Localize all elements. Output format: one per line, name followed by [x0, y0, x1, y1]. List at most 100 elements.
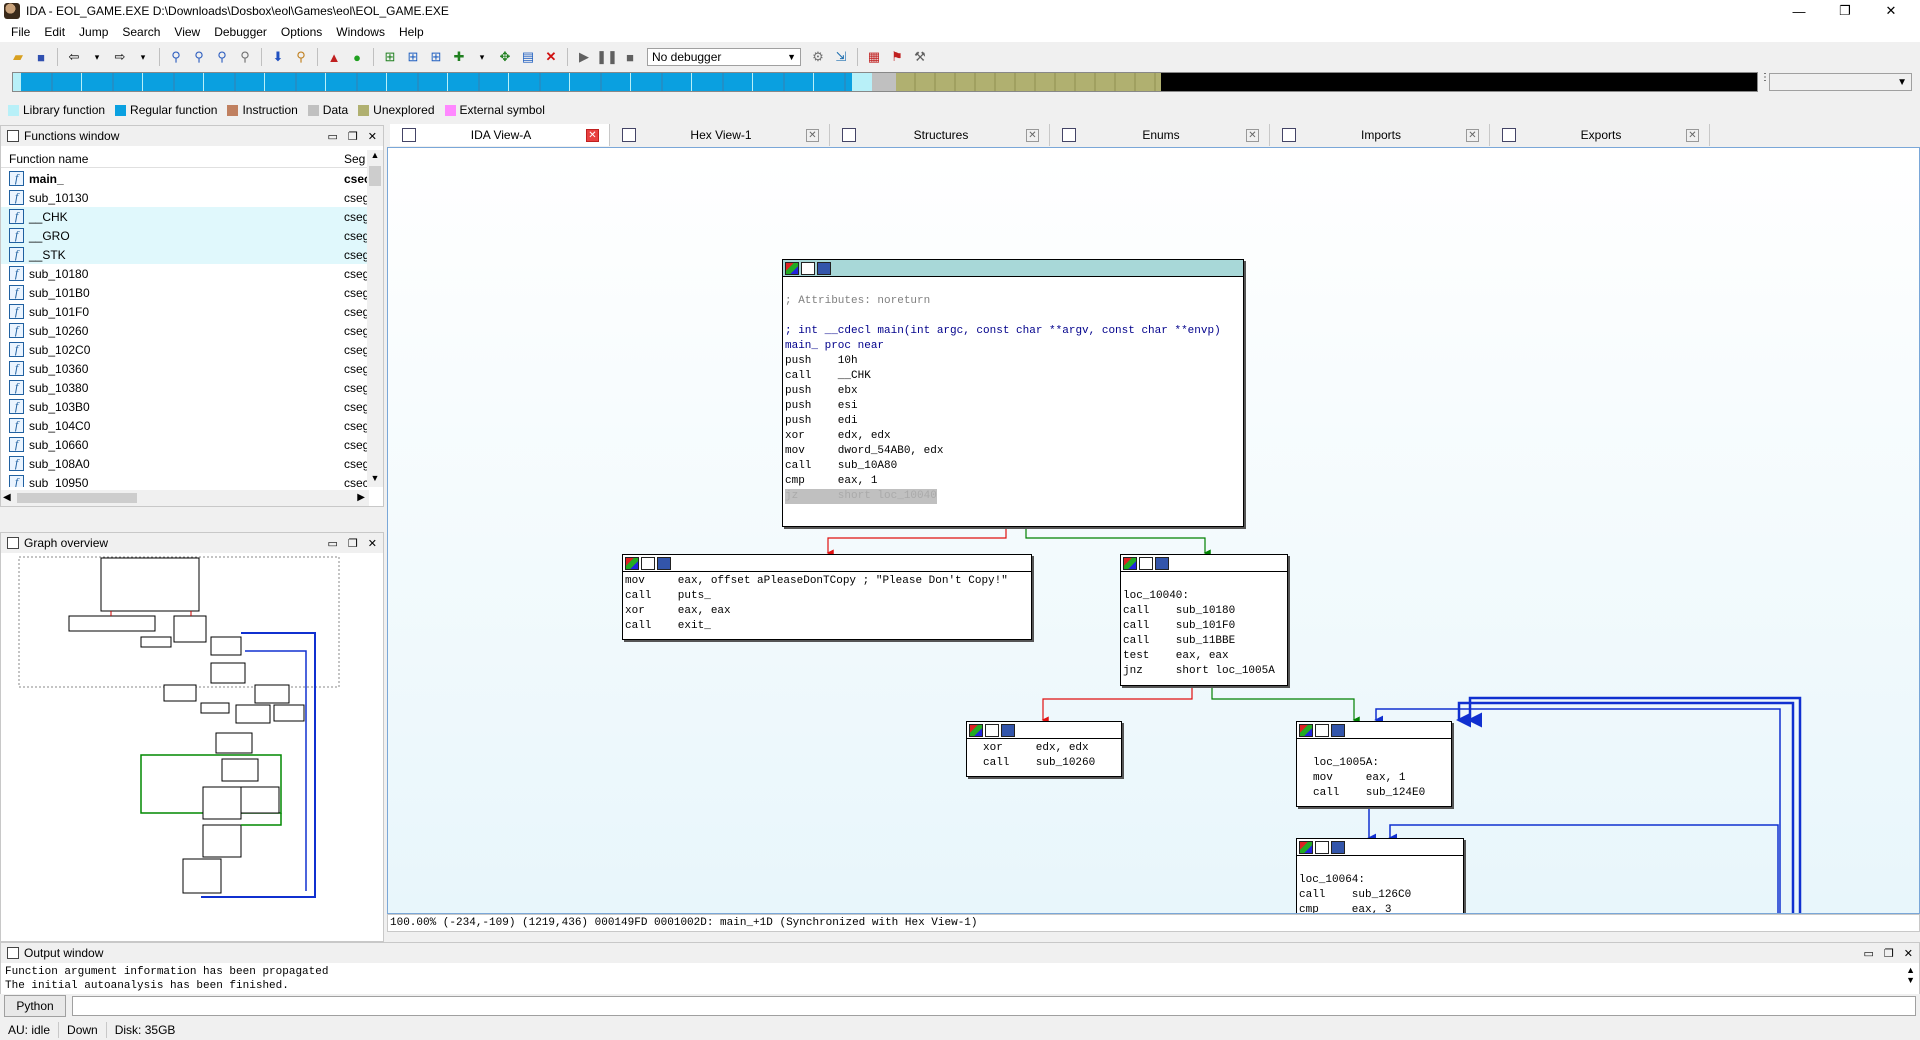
breakpoints-icon[interactable]: ▦ [864, 47, 884, 67]
node-color-icon[interactable] [785, 261, 799, 275]
function-row[interactable]: f sub_10380 cseg [1, 378, 369, 397]
close-button[interactable]: ✕ [1868, 0, 1914, 22]
function-row[interactable]: f sub_101F0 cseg [1, 302, 369, 321]
asm-line[interactable]: mov eax, 1 [1313, 771, 1449, 786]
scrollbar-thumb[interactable] [369, 166, 381, 186]
ida-graph-view[interactable]: ; Attributes: noreturn ; int __cdecl main… [387, 147, 1920, 914]
tab-exports[interactable]: Exports ✕ [1490, 124, 1710, 146]
panel-float-icon[interactable]: ❐ [1884, 947, 1894, 960]
node-collapse-icon[interactable] [1331, 840, 1345, 854]
forward-dropdown-icon[interactable]: ▾ [133, 47, 153, 67]
tracing-icon[interactable]: ⚑ [887, 47, 907, 67]
node-edit-icon[interactable] [985, 723, 999, 737]
asm-line[interactable] [785, 279, 1241, 294]
forward-arrow-icon[interactable]: ⇨ [110, 47, 130, 67]
tab-close-icon[interactable]: ✕ [1026, 128, 1039, 142]
node-collapse-icon[interactable] [1001, 723, 1015, 737]
asm-line[interactable]: call sub_11BBE [1123, 634, 1285, 649]
function-row[interactable]: f sub_10180 cseg [1, 264, 369, 283]
node-edit-icon[interactable] [1315, 723, 1329, 737]
stop-process-icon[interactable]: ■ [620, 47, 640, 67]
delete-icon[interactable]: ✕ [541, 47, 561, 67]
node-color-icon[interactable] [969, 723, 983, 737]
asm-line[interactable] [1123, 574, 1285, 589]
function-row[interactable]: f sub_10360 cseg [1, 359, 369, 378]
functions-horizontal-scrollbar[interactable]: ◀ ▶ [1, 490, 369, 506]
asm-line[interactable]: ; Attributes: noreturn [785, 294, 1241, 309]
column-segment[interactable]: Seg [344, 152, 365, 166]
node-edit-icon[interactable] [801, 261, 815, 275]
asm-line[interactable]: test eax, eax [1123, 649, 1285, 664]
node-edit-icon[interactable] [1139, 556, 1153, 570]
graph-expand-icon[interactable]: ✚ [449, 47, 469, 67]
scroll-up-icon[interactable]: ▲ [1906, 965, 1915, 975]
asm-line[interactable]: mov eax, offset aPleaseDonTCopy ; "Pleas… [625, 574, 1029, 589]
panel-minimize-icon[interactable]: ▭ [328, 130, 338, 143]
node-collapse-icon[interactable] [817, 261, 831, 275]
menu-debugger[interactable]: Debugger [207, 25, 274, 39]
attach-process-icon[interactable]: ⇲ [831, 47, 851, 67]
node-color-icon[interactable] [1123, 556, 1137, 570]
asm-line[interactable]: ; int __cdecl main(int argc, const char … [785, 324, 1241, 339]
asm-line[interactable]: cmp eax, 1 [785, 474, 1241, 489]
save-icon[interactable]: ■ [31, 47, 51, 67]
function-row[interactable]: f __CHK cseg [1, 207, 369, 226]
asm-line[interactable]: mov dword_54AB0, edx [785, 444, 1241, 459]
asm-line[interactable]: call __CHK [785, 369, 1241, 384]
scroll-down-icon[interactable]: ▼ [367, 473, 383, 487]
graph-node-loc-1005A[interactable]: loc_1005A: mov eax, 1 call sub_124E0 [1296, 721, 1452, 807]
function-row[interactable]: f main_ csec [1, 169, 369, 188]
asm-line[interactable]: call sub_124E0 [1313, 786, 1449, 801]
start-process-icon[interactable]: ▶ [574, 47, 594, 67]
function-row[interactable]: f sub_10260 cseg [1, 321, 369, 340]
menu-windows[interactable]: Windows [329, 25, 392, 39]
asm-line[interactable]: push esi [785, 399, 1241, 414]
tab-hex-view-1[interactable]: Hex View-1 ✕ [610, 124, 830, 146]
scroll-left-icon[interactable]: ◀ [3, 492, 11, 503]
graph-dropdown-icon[interactable]: ▾ [472, 47, 492, 67]
function-row[interactable]: f __STK cseg [1, 245, 369, 264]
search-next-icon[interactable]: ⚲ [235, 47, 255, 67]
tab-close-icon[interactable]: ✕ [1246, 128, 1259, 142]
open-folder-icon[interactable]: ▰ [8, 47, 28, 67]
asm-line[interactable]: call sub_10180 [1123, 604, 1285, 619]
asm-line[interactable] [1313, 741, 1449, 756]
python-cli-input[interactable] [72, 996, 1916, 1016]
menu-jump[interactable]: Jump [72, 25, 115, 39]
asm-line[interactable]: jnz short loc_1005A [1123, 664, 1285, 679]
tab-close-icon[interactable]: ✕ [1686, 128, 1699, 142]
panel-close-icon[interactable]: ✕ [368, 537, 377, 550]
node-edit-icon[interactable] [1315, 840, 1329, 854]
asm-line[interactable]: call exit_ [625, 619, 1029, 634]
search-text-icon[interactable]: ⚲ [189, 47, 209, 67]
node-edit-icon[interactable] [641, 556, 655, 570]
run-script-icon[interactable]: ● [347, 47, 367, 67]
minimize-button[interactable]: — [1776, 0, 1822, 22]
asm-line[interactable] [785, 309, 1241, 324]
tab-imports[interactable]: Imports ✕ [1270, 124, 1490, 146]
node-color-icon[interactable] [1299, 723, 1313, 737]
tab-close-icon[interactable]: ✕ [806, 128, 819, 142]
function-row[interactable]: f sub_101B0 cseg [1, 283, 369, 302]
scroll-down-icon[interactable]: ▼ [1906, 975, 1915, 985]
search-binary-icon[interactable]: ⚲ [166, 47, 186, 67]
asm-line[interactable]: xor edx, edx [983, 741, 1119, 756]
menu-file[interactable]: File [4, 25, 37, 39]
back-dropdown-icon[interactable]: ▾ [87, 47, 107, 67]
graph-group-icon[interactable]: ⊞ [426, 47, 446, 67]
function-row[interactable]: f sub_10130 cseg [1, 188, 369, 207]
asm-line[interactable] [1299, 858, 1461, 873]
scroll-right-icon[interactable]: ▶ [357, 492, 365, 503]
tab-enums[interactable]: Enums ✕ [1050, 124, 1270, 146]
debugger-options-icon[interactable]: ⚙ [808, 47, 828, 67]
graph-overview-canvas[interactable] [1, 555, 381, 941]
function-row[interactable]: f sub_104C0 cseg [1, 416, 369, 435]
debug-tools-icon[interactable]: ⚒ [910, 47, 930, 67]
column-function-name[interactable]: Function name [9, 152, 88, 166]
tab-close-icon[interactable]: ✕ [1466, 128, 1479, 142]
asm-line[interactable]: loc_1005A: [1313, 756, 1449, 771]
panel-float-icon[interactable]: ❐ [348, 537, 358, 550]
tab-close-icon[interactable]: ✕ [586, 128, 599, 142]
asm-line[interactable]: jz short loc_10040 [785, 489, 937, 504]
asm-line[interactable]: call sub_10A80 [785, 459, 1241, 474]
